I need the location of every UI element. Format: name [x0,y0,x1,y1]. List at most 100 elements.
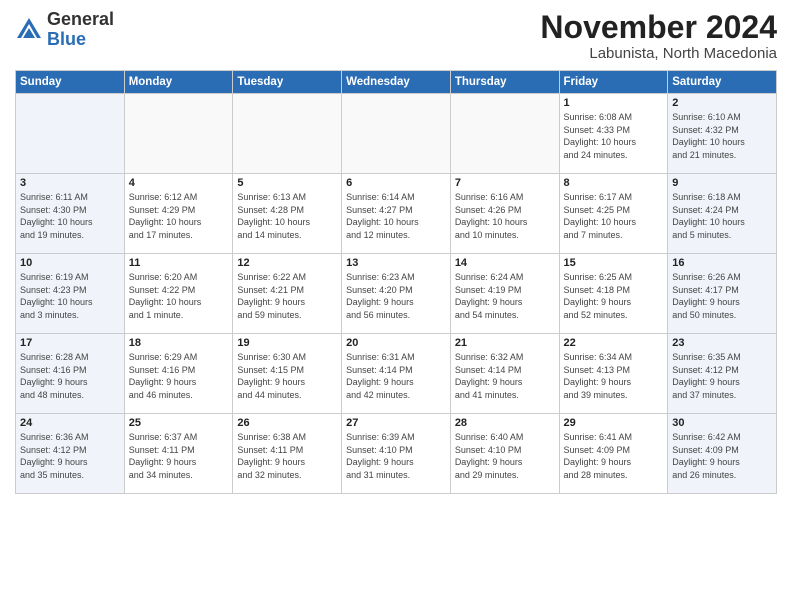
calendar-cell: 22 Sunrise: 6:34 AM Sunset: 4:13 PM Dayli… [559,334,668,414]
col-saturday: Saturday [668,71,777,94]
calendar-cell: 5Sunrise: 6:13 AM Sunset: 4:28 PM Daylig… [233,174,342,254]
day-info: Sunrise: 6:29 AM Sunset: 4:16 PM Dayligh… [129,351,229,401]
calendar-cell [233,94,342,174]
calendar-cell: 10Sunrise: 6:19 AM Sunset: 4:23 PM Dayli… [16,254,125,334]
day-info: Sunrise: 6:39 AM Sunset: 4:10 PM Dayligh… [346,431,446,481]
day-info: Sunrise: 6:26 AM Sunset: 4:17 PM Dayligh… [672,271,772,321]
day-info: Sunrise: 6:41 AM Sunset: 4:09 PM Dayligh… [564,431,664,481]
logo-blue: Blue [47,29,86,49]
day-info: Sunrise: 6:38 AM Sunset: 4:11 PM Dayligh… [237,431,337,481]
day-info: Sunrise: 6:16 AM Sunset: 4:26 PM Dayligh… [455,191,555,241]
day-info: Sunrise: 6:24 AM Sunset: 4:19 PM Dayligh… [455,271,555,321]
day-number: 25 [129,417,229,429]
day-info: Sunrise: 6:36 AM Sunset: 4:12 PM Dayligh… [20,431,120,481]
calendar-header-row: Sunday Monday Tuesday Wednesday Thursday… [16,71,777,94]
day-info: Sunrise: 6:11 AM Sunset: 4:30 PM Dayligh… [20,191,120,241]
day-info: Sunrise: 6:42 AM Sunset: 4:09 PM Dayligh… [672,431,772,481]
day-info: Sunrise: 6:30 AM Sunset: 4:15 PM Dayligh… [237,351,337,401]
day-number: 13 [346,257,446,269]
calendar-cell: 23 Sunrise: 6:35 AM Sunset: 4:12 PM Dayli… [668,334,777,414]
day-number: 27 [346,417,446,429]
col-tuesday: Tuesday [233,71,342,94]
day-info: Sunrise: 6:35 AM Sunset: 4:12 PM Dayligh… [672,351,772,401]
day-info: Sunrise: 6:22 AM Sunset: 4:21 PM Dayligh… [237,271,337,321]
calendar-cell: 13 Sunrise: 6:23 AM Sunset: 4:20 PM Dayli… [342,254,451,334]
calendar-cell: 27 Sunrise: 6:39 AM Sunset: 4:10 PM Dayli… [342,414,451,494]
day-number: 2 [672,97,772,109]
calendar-cell: 11 Sunrise: 6:20 AM Sunset: 4:22 PM Dayli… [124,254,233,334]
day-number: 14 [455,257,555,269]
calendar-cell: 1 Sunrise: 6:08 AM Sunset: 4:33 PM Daylig… [559,94,668,174]
logo-general: General [47,9,114,29]
day-number: 22 [564,337,664,349]
day-info: Sunrise: 6:14 AM Sunset: 4:27 PM Dayligh… [346,191,446,241]
calendar-week-2: 3 Sunrise: 6:11 AM Sunset: 4:30 PM Daylig… [16,174,777,254]
col-friday: Friday [559,71,668,94]
calendar-week-3: 10Sunrise: 6:19 AM Sunset: 4:23 PM Dayli… [16,254,777,334]
calendar-cell: 16 Sunrise: 6:26 AM Sunset: 4:17 PM Dayli… [668,254,777,334]
calendar-cell: 4Sunrise: 6:12 AM Sunset: 4:29 PM Daylig… [124,174,233,254]
calendar-cell [16,94,125,174]
day-info: Sunrise: 6:17 AM Sunset: 4:25 PM Dayligh… [564,191,664,241]
calendar-cell: 21Sunrise: 6:32 AM Sunset: 4:14 PM Dayli… [450,334,559,414]
col-thursday: Thursday [450,71,559,94]
day-number: 15 [564,257,664,269]
col-wednesday: Wednesday [342,71,451,94]
day-info: Sunrise: 6:08 AM Sunset: 4:33 PM Dayligh… [564,111,664,161]
day-number: 18 [129,337,229,349]
day-number: 10 [20,257,120,269]
day-number: 28 [455,417,555,429]
calendar-cell: 24 Sunrise: 6:36 AM Sunset: 4:12 PM Dayli… [16,414,125,494]
logo: General Blue [15,10,114,50]
day-number: 19 [237,337,337,349]
calendar-cell [124,94,233,174]
calendar: Sunday Monday Tuesday Wednesday Thursday… [15,70,777,494]
day-number: 20 [346,337,446,349]
day-info: Sunrise: 6:20 AM Sunset: 4:22 PM Dayligh… [129,271,229,321]
logo-icon [15,16,43,44]
day-info: Sunrise: 6:10 AM Sunset: 4:32 PM Dayligh… [672,111,772,161]
calendar-cell [342,94,451,174]
calendar-cell: 15 Sunrise: 6:25 AM Sunset: 4:18 PM Dayli… [559,254,668,334]
calendar-week-4: 17Sunrise: 6:28 AM Sunset: 4:16 PM Dayli… [16,334,777,414]
calendar-cell: 30 Sunrise: 6:42 AM Sunset: 4:09 PM Dayli… [668,414,777,494]
day-info: Sunrise: 6:40 AM Sunset: 4:10 PM Dayligh… [455,431,555,481]
calendar-cell: 9 Sunrise: 6:18 AM Sunset: 4:24 PM Daylig… [668,174,777,254]
day-info: Sunrise: 6:31 AM Sunset: 4:14 PM Dayligh… [346,351,446,401]
day-number: 12 [237,257,337,269]
day-info: Sunrise: 6:34 AM Sunset: 4:13 PM Dayligh… [564,351,664,401]
day-number: 29 [564,417,664,429]
day-info: Sunrise: 6:18 AM Sunset: 4:24 PM Dayligh… [672,191,772,241]
calendar-cell: 7 Sunrise: 6:16 AM Sunset: 4:26 PM Daylig… [450,174,559,254]
day-info: Sunrise: 6:37 AM Sunset: 4:11 PM Dayligh… [129,431,229,481]
day-number: 26 [237,417,337,429]
page: General Blue November 2024 Labunista, No… [0,0,792,612]
day-info: Sunrise: 6:13 AM Sunset: 4:28 PM Dayligh… [237,191,337,241]
day-info: Sunrise: 6:23 AM Sunset: 4:20 PM Dayligh… [346,271,446,321]
day-number: 30 [672,417,772,429]
calendar-week-5: 24 Sunrise: 6:36 AM Sunset: 4:12 PM Dayli… [16,414,777,494]
day-info: Sunrise: 6:12 AM Sunset: 4:29 PM Dayligh… [129,191,229,241]
day-number: 11 [129,257,229,269]
day-number: 1 [564,97,664,109]
day-info: Sunrise: 6:32 AM Sunset: 4:14 PM Dayligh… [455,351,555,401]
calendar-cell: 14 Sunrise: 6:24 AM Sunset: 4:19 PM Dayli… [450,254,559,334]
logo-text: General Blue [47,10,114,50]
day-number: 16 [672,257,772,269]
day-number: 24 [20,417,120,429]
header: General Blue November 2024 Labunista, No… [15,10,777,62]
calendar-cell: 20 Sunrise: 6:31 AM Sunset: 4:14 PM Dayli… [342,334,451,414]
day-number: 23 [672,337,772,349]
day-number: 9 [672,177,772,189]
title-block: November 2024 Labunista, North Macedonia [540,10,777,62]
day-number: 3 [20,177,120,189]
day-number: 8 [564,177,664,189]
day-number: 7 [455,177,555,189]
calendar-cell: 26 Sunrise: 6:38 AM Sunset: 4:11 PM Dayli… [233,414,342,494]
month-title: November 2024 [540,10,777,45]
day-info: Sunrise: 6:25 AM Sunset: 4:18 PM Dayligh… [564,271,664,321]
calendar-cell: 6Sunrise: 6:14 AM Sunset: 4:27 PM Daylig… [342,174,451,254]
calendar-cell: 12 Sunrise: 6:22 AM Sunset: 4:21 PM Dayli… [233,254,342,334]
day-number: 17 [20,337,120,349]
calendar-cell: 19 Sunrise: 6:30 AM Sunset: 4:15 PM Dayli… [233,334,342,414]
